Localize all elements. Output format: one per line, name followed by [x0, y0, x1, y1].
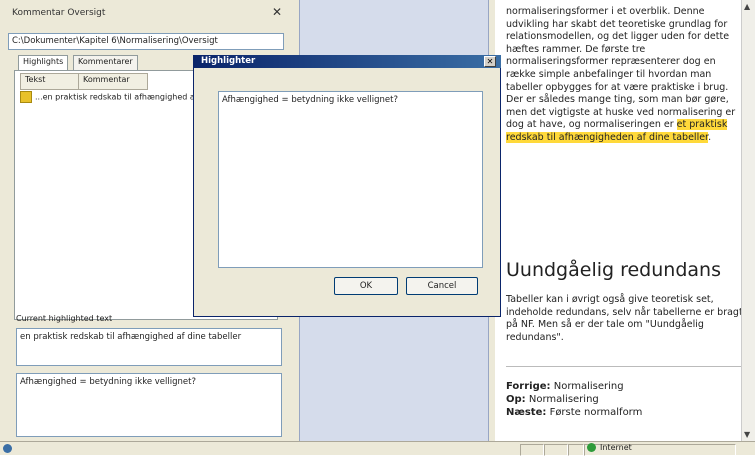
next-link[interactable]: Første normalform	[550, 407, 643, 418]
dialog-title: Highlighter	[201, 56, 256, 66]
document-path-field[interactable]: C:\Dokumenter\Kapitel 6\Normalisering\Ov…	[8, 33, 284, 50]
up-link[interactable]: Normalisering	[529, 394, 599, 405]
status-segment	[520, 444, 544, 456]
next-label: Næste:	[506, 407, 547, 418]
scroll-up-icon[interactable]: ▲	[744, 2, 750, 11]
dialog-comment-input[interactable]: Afhængighed = betydning ikke vellignet?	[218, 91, 483, 268]
prev-link[interactable]: Normalisering	[554, 381, 624, 392]
scroll-down-icon[interactable]: ▼	[744, 430, 750, 439]
dialog-titlebar: Highlighter	[193, 55, 501, 68]
navigation-links: Forrige: Normalisering Op: Normalisering…	[506, 380, 642, 419]
close-icon[interactable]: ✕	[484, 56, 496, 67]
zone-label: Internet	[600, 443, 632, 452]
comment-panel-title: Kommentar Oversigt	[12, 8, 106, 18]
current-highlight-text: en praktisk redskab til afhængighed af d…	[16, 328, 282, 366]
column-header-comment[interactable]: Kommentar	[78, 73, 148, 90]
globe-icon	[587, 443, 596, 452]
document-paragraph: normaliseringsformer i et overblik. Denn…	[506, 6, 746, 145]
paragraph-text: normaliseringsformer i et overblik. Denn…	[506, 6, 736, 131]
section-heading: Uundgåelig redundans	[506, 259, 721, 281]
up-label: Op:	[506, 394, 526, 405]
comment-textarea[interactable]: Afhængighed = betydning ikke vellignet?	[16, 373, 282, 437]
prev-label: Forrige:	[506, 381, 551, 392]
close-icon[interactable]: ✕	[272, 5, 282, 19]
vertical-scrollbar[interactable]: ▲ ▼	[741, 0, 755, 441]
paragraph-text-end: .	[708, 131, 712, 143]
divider	[506, 366, 742, 367]
ie-icon	[3, 444, 12, 453]
column-header-text[interactable]: Tekst	[20, 73, 80, 90]
comment-panel-titlebar: Kommentar Oversigt ✕	[4, 5, 286, 21]
status-segment	[568, 444, 584, 456]
current-highlight-label: Current highlighted text	[16, 314, 113, 323]
status-bar	[0, 441, 755, 456]
list-item[interactable]: ...en praktisk redskab til afhængighed a…	[20, 91, 200, 104]
list-item-text: ...en praktisk redskab til afhængighed a…	[35, 92, 200, 102]
ok-button[interactable]: OK	[334, 277, 398, 295]
document-paragraph-2: Tabeller kan i øvrigt også give teoretis…	[506, 294, 743, 343]
highlight-icon	[20, 91, 32, 103]
status-segment	[544, 444, 568, 456]
cancel-button[interactable]: Cancel	[406, 277, 478, 295]
